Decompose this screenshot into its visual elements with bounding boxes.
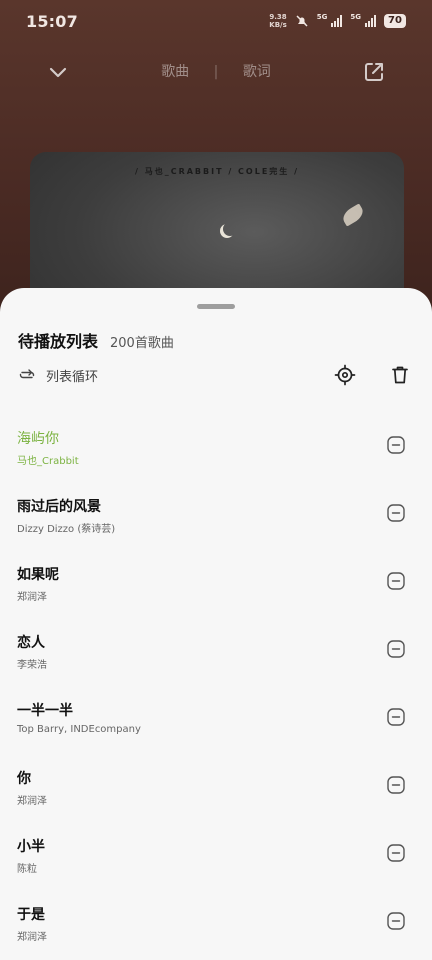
album-credit: / 马也_CRABBIT / COLE完生 / xyxy=(135,167,299,176)
leaf-graphic xyxy=(339,203,367,227)
network-speed: 9.38 KB/s xyxy=(269,13,286,29)
network-speed-unit: KB/s xyxy=(269,21,287,29)
song-title: 雨过后的风景 xyxy=(17,499,101,515)
sheet-drag-handle[interactable] xyxy=(197,304,235,309)
minus-circle-icon xyxy=(387,844,405,862)
song-title: 如果呢 xyxy=(17,567,59,583)
signal-2-icon xyxy=(365,15,376,27)
song-title: 一半一半 xyxy=(17,703,73,719)
mute-icon xyxy=(295,14,309,28)
list-item[interactable]: 你 郑润泽 xyxy=(0,754,432,822)
battery-icon: 70 xyxy=(384,14,406,28)
play-mode-row: 列表循环 xyxy=(18,364,414,388)
network-speed-value: 9.38 xyxy=(269,13,287,21)
remove-song-button[interactable] xyxy=(387,640,405,658)
song-artist: 郑润泽 xyxy=(17,592,47,603)
list-item[interactable]: 如果呢 郑润泽 xyxy=(0,550,432,618)
song-count: 200首歌曲 xyxy=(110,336,174,351)
song-artist: 李荣浩 xyxy=(17,660,47,671)
song-title: 小半 xyxy=(17,839,45,855)
sheet-header: 待播放列表 200首歌曲 xyxy=(18,328,174,352)
status-time: 15:07 xyxy=(26,12,78,31)
minus-circle-icon xyxy=(387,572,405,590)
signal-1-label: 5G xyxy=(316,13,328,21)
locate-current-button[interactable] xyxy=(334,364,356,386)
remove-song-button[interactable] xyxy=(387,572,405,590)
minus-circle-icon xyxy=(387,436,405,454)
moon-graphic xyxy=(223,222,237,236)
song-title: 恋人 xyxy=(17,635,45,651)
list-item[interactable]: 小半 陈粒 xyxy=(0,822,432,890)
remove-song-button[interactable] xyxy=(387,708,405,726)
tab-lyrics[interactable]: 歌词 xyxy=(243,61,271,81)
repeat-icon[interactable] xyxy=(18,366,36,384)
list-item[interactable]: 海屿你 马也_Crabbit xyxy=(0,414,432,482)
song-artist: 郑润泽 xyxy=(17,932,47,943)
clear-queue-button[interactable] xyxy=(389,364,411,386)
song-artist: Dizzy Dizzo (蔡诗芸) xyxy=(17,524,116,535)
player-top-nav: 歌曲 | 歌词 xyxy=(0,52,432,92)
remove-song-button[interactable] xyxy=(387,844,405,862)
share-icon xyxy=(365,63,383,81)
song-title: 海屿你 xyxy=(17,431,59,447)
locate-icon xyxy=(334,364,356,386)
share-button[interactable] xyxy=(360,58,388,86)
minus-circle-icon xyxy=(387,708,405,726)
play-queue-sheet: 待播放列表 200首歌曲 列表循环 海屿你 马也_Crabbit 雨过后的风景 … xyxy=(0,288,432,960)
minus-circle-icon xyxy=(387,776,405,794)
signal-2-label: 5G xyxy=(350,13,361,21)
song-artist: 陈粒 xyxy=(17,864,37,875)
minus-circle-icon xyxy=(387,912,405,930)
list-item[interactable]: 一半一半 Top Barry, INDEcompany xyxy=(0,686,432,754)
song-title: 于是 xyxy=(17,907,45,923)
play-mode-label[interactable]: 列表循环 xyxy=(46,366,98,385)
song-title: 你 xyxy=(17,771,31,787)
trash-icon xyxy=(392,366,408,384)
player-background: 15:07 9.38 KB/s 5G 5G 70 歌曲 | 歌词 / 马也_CR… xyxy=(0,0,432,352)
remove-song-button[interactable] xyxy=(387,436,405,454)
remove-song-button[interactable] xyxy=(387,776,405,794)
signal-1-icon xyxy=(331,15,343,27)
remove-song-button[interactable] xyxy=(387,504,405,522)
minus-circle-icon xyxy=(387,504,405,522)
song-artist: 马也_Crabbit xyxy=(17,456,79,467)
minus-circle-icon xyxy=(387,640,405,658)
song-artist: Top Barry, INDEcompany xyxy=(17,724,141,735)
tab-separator: | xyxy=(213,64,219,80)
status-bar: 15:07 9.38 KB/s 5G 5G 70 xyxy=(0,0,432,40)
queue-list: 海屿你 马也_Crabbit 雨过后的风景 Dizzy Dizzo (蔡诗芸) … xyxy=(0,414,432,958)
sheet-title: 待播放列表 xyxy=(18,332,99,351)
remove-song-button[interactable] xyxy=(387,912,405,930)
list-item[interactable]: 于是 郑润泽 xyxy=(0,890,432,958)
list-item[interactable]: 雨过后的风景 Dizzy Dizzo (蔡诗芸) xyxy=(0,482,432,550)
status-icons: 9.38 KB/s 5G 5G 70 xyxy=(269,12,406,30)
tab-song[interactable]: 歌曲 xyxy=(161,61,189,81)
song-artist: 郑润泽 xyxy=(17,796,47,807)
list-item[interactable]: 恋人 李荣浩 xyxy=(0,618,432,686)
